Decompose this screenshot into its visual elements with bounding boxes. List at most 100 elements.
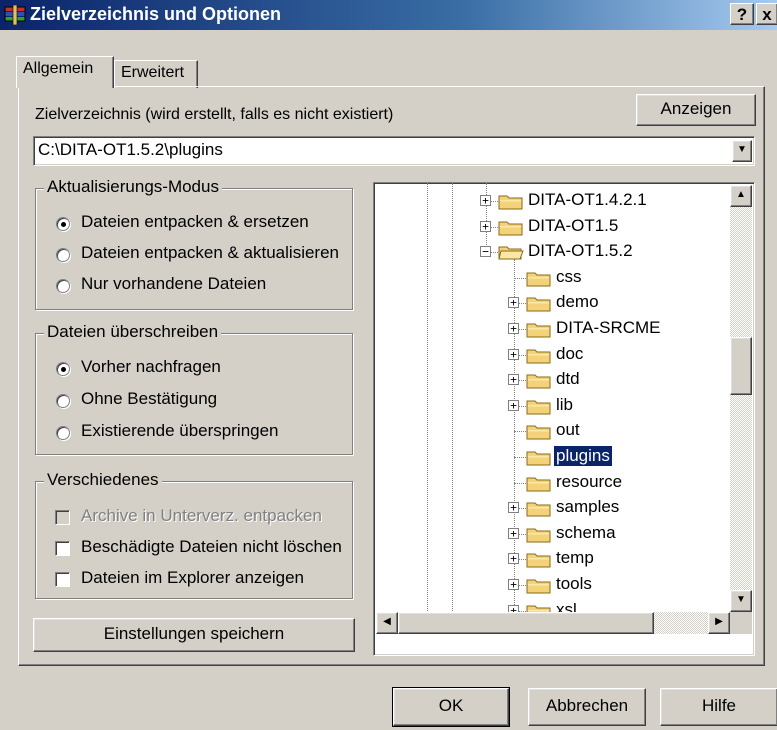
winrar-books-icon: [4, 5, 26, 25]
folder-icon: [526, 477, 551, 492]
tree-node-label[interactable]: schema: [554, 523, 618, 543]
expand-icon[interactable]: +: [508, 297, 519, 309]
tree-node-label[interactable]: css: [554, 267, 584, 287]
scroll-down-button[interactable]: ▼: [730, 590, 752, 612]
option-keep-broken-label[interactable]: Beschädigte Dateien nicht löschen: [81, 537, 342, 557]
option-archives-subfolders-label[interactable]: Archive in Unterverz. entpacken: [81, 506, 322, 526]
hscroll-thumb[interactable]: [398, 612, 654, 634]
option-no-confirm-label[interactable]: Ohne Bestätigung: [81, 389, 217, 409]
folder-icon: [526, 451, 551, 466]
folder-icon: [526, 502, 551, 517]
tree-node[interactable]: + DITA-OT1.4.2.1: [374, 190, 726, 212]
checkbox-keep-broken[interactable]: [55, 541, 70, 556]
tree-node[interactable]: + dtd: [374, 369, 726, 391]
option-extract-replace-label[interactable]: Dateien entpacken & ersetzen: [81, 212, 309, 232]
tree-node[interactable]: + schema: [374, 523, 726, 545]
tree-node[interactable]: + lib: [374, 395, 726, 417]
option-show-explorer-label[interactable]: Dateien im Explorer anzeigen: [81, 568, 304, 588]
tree-node-label[interactable]: demo: [554, 292, 601, 312]
save-settings-button[interactable]: Einstellungen speichern: [33, 618, 355, 652]
tree-node-label[interactable]: tools: [554, 574, 594, 594]
update-mode-title: Aktualisierungs-Modus: [44, 177, 222, 197]
tree-node-label[interactable]: DITA-OT1.5: [526, 216, 620, 236]
arrow-down-icon: ▼: [736, 594, 746, 605]
folder-icon: [498, 221, 523, 236]
expand-icon[interactable]: +: [508, 348, 519, 360]
radio-extract-replace[interactable]: [56, 217, 70, 231]
folder-icon: [526, 272, 551, 287]
tree-node[interactable]: plugins: [374, 445, 726, 468]
tab-allgemein[interactable]: Allgemein: [16, 56, 114, 88]
tree-node[interactable]: out: [374, 420, 726, 442]
cancel-button[interactable]: Abbrechen: [528, 688, 646, 726]
option-existing-only-label[interactable]: Nur vorhandene Dateien: [81, 274, 266, 294]
radio-ask-before[interactable]: [56, 362, 70, 376]
expand-icon[interactable]: +: [508, 527, 519, 539]
tree-node-label[interactable]: resource: [554, 472, 624, 492]
tree-node[interactable]: + DITA-SRCME: [374, 318, 726, 340]
option-extract-update-label[interactable]: Dateien entpacken & aktualisieren: [81, 243, 339, 263]
tree-node-label[interactable]: plugins: [553, 445, 613, 467]
tree-node[interactable]: + temp: [374, 548, 726, 570]
scroll-left-button[interactable]: ◀: [376, 612, 398, 634]
destination-dropdown-button[interactable]: ▼: [732, 140, 752, 162]
tab-erweitert[interactable]: Erweitert: [114, 60, 198, 88]
collapse-icon[interactable]: −: [480, 246, 491, 258]
overwrite-title: Dateien überschreiben: [44, 322, 222, 342]
tree-node-label[interactable]: temp: [554, 548, 596, 568]
scroll-right-button[interactable]: ▶: [708, 612, 730, 634]
tree-node[interactable]: + tools: [374, 574, 726, 596]
tree-node[interactable]: css: [374, 267, 726, 289]
option-skip-existing-label[interactable]: Existierende überspringen: [81, 421, 279, 441]
tree-node-label[interactable]: out: [554, 420, 582, 440]
radio-extract-update[interactable]: [56, 248, 70, 262]
destination-combobox[interactable]: C:\DITA-OT1.5.2\plugins ▼: [33, 136, 755, 166]
tree-node[interactable]: − DITA-OT1.5.2: [374, 241, 726, 263]
radio-no-confirm[interactable]: [56, 394, 70, 408]
vscroll-thumb[interactable]: [730, 337, 752, 395]
tree-node-label[interactable]: DITA-OT1.4.2.1: [526, 190, 649, 210]
radio-skip-existing[interactable]: [56, 426, 70, 440]
expand-icon[interactable]: +: [508, 579, 519, 590]
tab-allgemein-label: Allgemein: [23, 60, 94, 77]
tree-node[interactable]: + DITA-OT1.5: [374, 216, 726, 238]
tree-node-label[interactable]: samples: [554, 497, 621, 517]
window-title: Zielverzeichnis und Optionen: [30, 4, 282, 24]
tree-vscrollbar[interactable]: [730, 185, 752, 612]
tree-node-label[interactable]: DITA-SRCME: [554, 318, 663, 338]
scroll-up-button[interactable]: ▲: [730, 185, 752, 207]
tree-node[interactable]: + doc: [374, 344, 726, 366]
radio-existing-only[interactable]: [56, 279, 70, 293]
expand-icon[interactable]: +: [508, 374, 519, 386]
help-button[interactable]: Hilfe: [660, 688, 777, 726]
expand-icon[interactable]: +: [480, 195, 491, 206]
destination-value: C:\DITA-OT1.5.2\plugins: [38, 140, 223, 159]
expand-icon[interactable]: +: [480, 220, 491, 232]
expand-icon[interactable]: +: [508, 399, 519, 411]
close-button[interactable]: x: [756, 3, 777, 25]
arrow-up-icon: ▲: [736, 189, 746, 200]
option-ask-before-label[interactable]: Vorher nachfragen: [81, 357, 221, 377]
folder-icon: [526, 425, 551, 440]
expand-icon[interactable]: +: [508, 553, 519, 565]
help-title-button[interactable]: ?: [730, 3, 754, 25]
checkbox-show-explorer[interactable]: [55, 572, 70, 587]
show-button[interactable]: Anzeigen: [636, 94, 756, 126]
tree-node-label[interactable]: lib: [554, 395, 575, 415]
tree-node[interactable]: resource: [374, 472, 726, 494]
tree-node[interactable]: + samples: [374, 497, 726, 519]
folder-tree[interactable]: + DITA-OT1.4.2.1 + DITA-OT1.5 − DITA-OT1.5.2 c…: [373, 182, 755, 656]
tree-node-label[interactable]: dtd: [554, 369, 582, 389]
folder-icon: [526, 400, 551, 415]
title-bar: Zielverzeichnis und Optionen ? x: [0, 0, 777, 30]
folder-icon: [526, 349, 551, 364]
ok-button[interactable]: OK: [392, 687, 510, 727]
chevron-down-icon: ▼: [737, 144, 747, 155]
expand-icon[interactable]: +: [508, 502, 519, 514]
expand-icon[interactable]: +: [508, 323, 519, 334]
tree-node-label[interactable]: doc: [554, 344, 585, 364]
destination-label: Zielverzeichnis (wird erstellt, falls es…: [35, 106, 394, 123]
tree-node-label[interactable]: DITA-OT1.5.2: [526, 241, 635, 261]
checkbox-archives-subfolders[interactable]: [55, 510, 70, 525]
tree-node[interactable]: + demo: [374, 292, 726, 314]
